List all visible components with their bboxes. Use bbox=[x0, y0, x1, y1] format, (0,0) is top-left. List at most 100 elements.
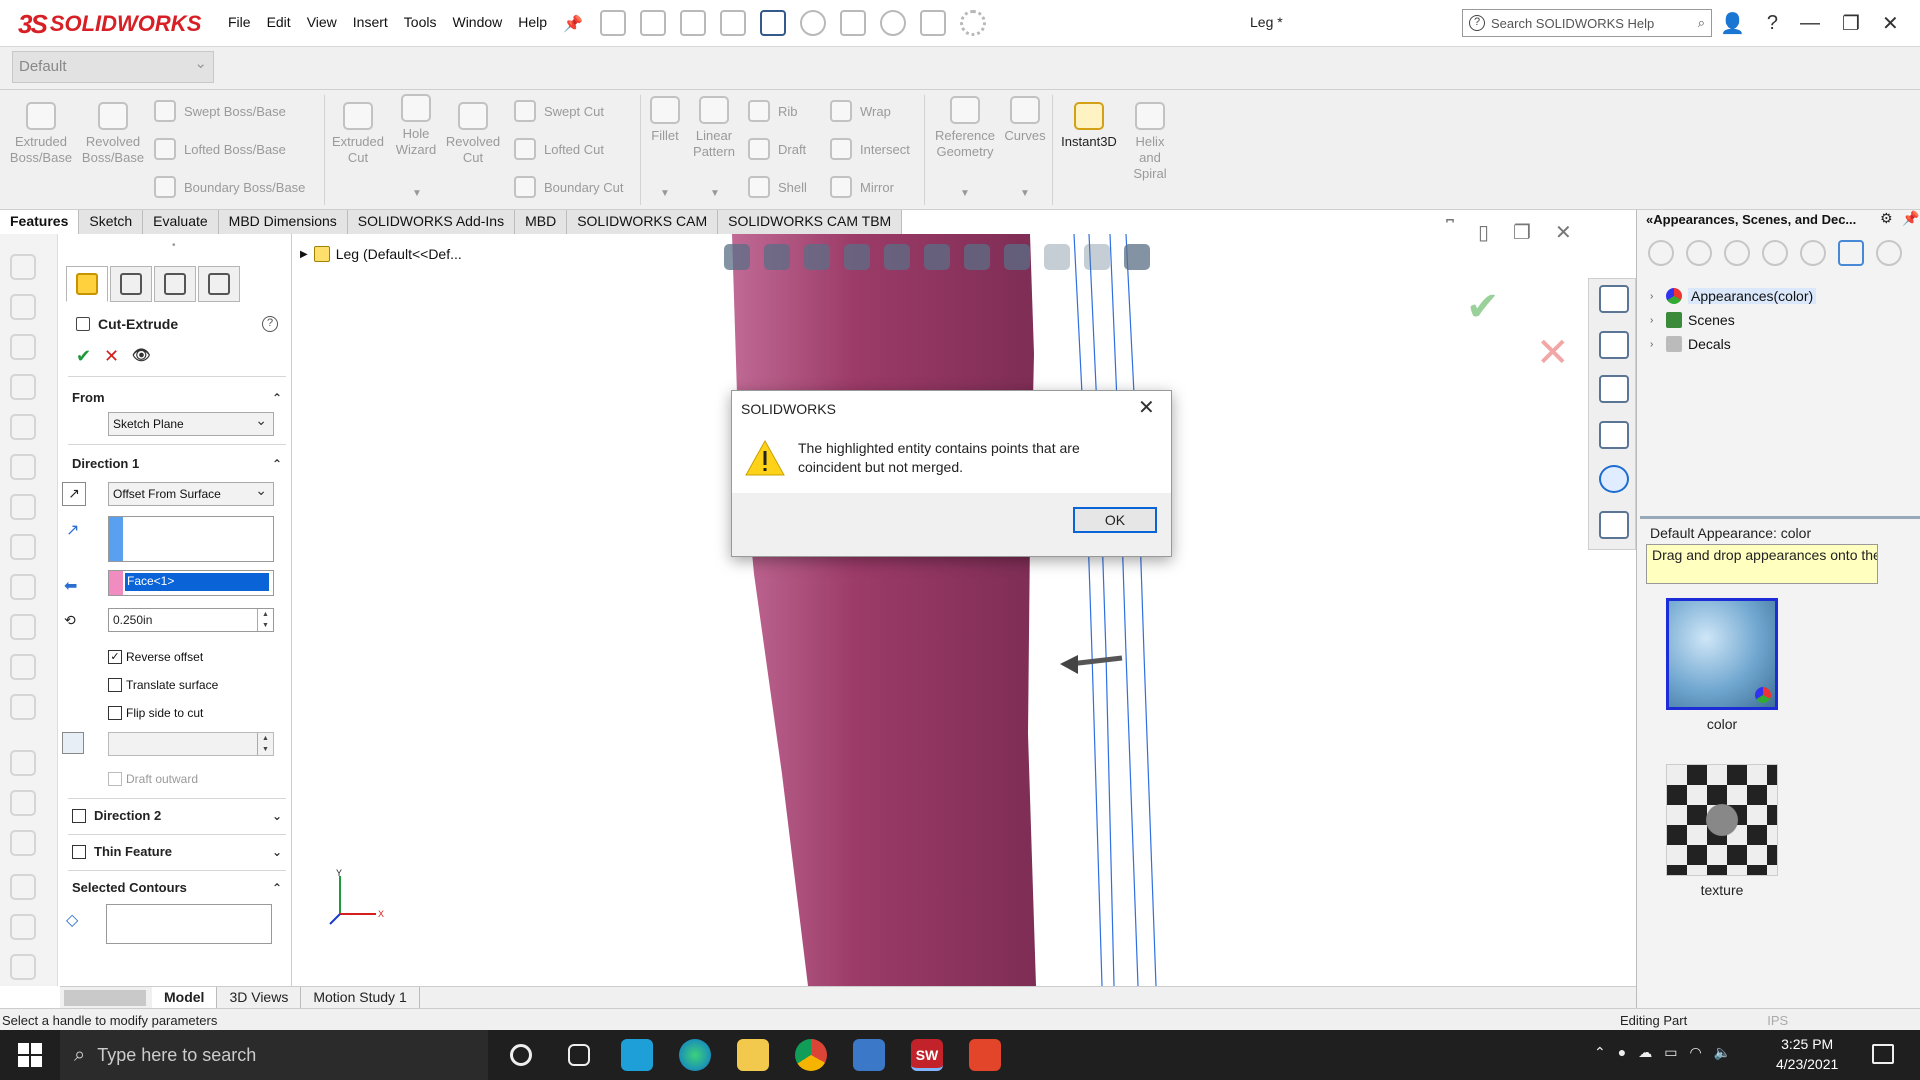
previous-view-icon[interactable] bbox=[804, 244, 830, 270]
menu-file[interactable]: File bbox=[220, 12, 259, 32]
expand-arrow-icon[interactable]: ▶ bbox=[300, 249, 308, 260]
home-globe-icon[interactable] bbox=[1724, 240, 1750, 266]
add-to-library-icon[interactable] bbox=[1762, 240, 1788, 266]
direction2-section-header[interactable]: Direction 2 ⌄ bbox=[72, 808, 282, 823]
sketch-lines[interactable] bbox=[1073, 234, 1157, 986]
selected-contours-box[interactable] bbox=[106, 904, 272, 944]
refresh-icon[interactable] bbox=[1838, 240, 1864, 266]
spin-buttons[interactable]: ▲ ▼ bbox=[257, 609, 273, 631]
reference-geometry-dropdown[interactable]: ▼ bbox=[960, 188, 970, 199]
strip-tool-icon[interactable] bbox=[10, 914, 36, 940]
tab-3d-views[interactable]: 3D Views bbox=[217, 986, 302, 1009]
solidworks-logo[interactable]: 3S SOLIDWORKS bbox=[18, 9, 201, 39]
print-icon[interactable] bbox=[760, 10, 786, 36]
section-view-icon[interactable] bbox=[844, 244, 870, 270]
selected-contours-section-header[interactable]: Selected Contours ⌃ bbox=[72, 880, 282, 895]
solidworks-taskbar-icon[interactable]: SW bbox=[911, 1039, 943, 1071]
app-icon[interactable] bbox=[621, 1039, 653, 1071]
spin-buttons[interactable]: ▲ ▼ bbox=[257, 733, 273, 755]
configuration-select[interactable]: Default bbox=[12, 51, 214, 83]
view-palette-icon[interactable] bbox=[1599, 421, 1629, 449]
tab-evaluate[interactable]: Evaluate bbox=[143, 210, 219, 234]
open-folder-icon[interactable] bbox=[680, 10, 706, 36]
expand-chevron-icon[interactable]: ⌄ bbox=[272, 809, 282, 823]
direction-arrow[interactable] bbox=[1060, 655, 1123, 674]
hide-show-icon[interactable] bbox=[1004, 244, 1030, 270]
draft-button[interactable]: Draft bbox=[748, 138, 806, 160]
boundary-boss-button[interactable]: Boundary Boss/Base bbox=[154, 176, 305, 198]
tree-appearances[interactable]: › Appearances(color) bbox=[1650, 288, 1817, 304]
direction2-checkbox[interactable] bbox=[72, 808, 86, 823]
extruded-cut-button[interactable]: Extruded Cut bbox=[328, 102, 388, 166]
strip-tool-icon[interactable] bbox=[10, 790, 36, 816]
flyout-feature-tree[interactable]: ▶ Leg (Default<<Def... bbox=[300, 246, 462, 262]
draft-angle-input[interactable]: ▲ ▼ bbox=[108, 732, 274, 756]
strip-tool-icon[interactable] bbox=[10, 454, 36, 480]
tab-property-manager[interactable] bbox=[66, 266, 108, 302]
strip-tool-icon[interactable] bbox=[10, 254, 36, 280]
lofted-cut-button[interactable]: Lofted Cut bbox=[514, 138, 604, 160]
strip-tool-icon[interactable] bbox=[10, 874, 36, 900]
back-icon[interactable] bbox=[1648, 240, 1674, 266]
file-explorer-icon[interactable] bbox=[737, 1039, 769, 1071]
from-select[interactable]: Sketch Plane bbox=[108, 412, 274, 436]
direction1-section-header[interactable]: Direction 1 ⌃ bbox=[72, 456, 282, 471]
mirror-button[interactable]: Mirror bbox=[830, 176, 894, 198]
hole-wizard-dropdown[interactable]: ▼ bbox=[412, 188, 422, 199]
task-view-icon[interactable] bbox=[568, 1044, 590, 1066]
dynamic-annotation-icon[interactable] bbox=[884, 244, 910, 270]
reverse-direction-icon[interactable]: ↗ bbox=[62, 482, 86, 506]
up-level-icon[interactable] bbox=[1876, 240, 1902, 266]
office-icon[interactable] bbox=[969, 1039, 1001, 1071]
menu-edit[interactable]: Edit bbox=[259, 12, 299, 32]
from-section-header[interactable]: From ⌃ bbox=[72, 390, 282, 405]
linear-pattern-button[interactable]: Linear Pattern bbox=[688, 96, 740, 160]
end-condition-select[interactable]: Offset From Surface bbox=[108, 482, 274, 506]
wrap-button[interactable]: Wrap bbox=[830, 100, 891, 122]
volume-icon[interactable]: 🔈 bbox=[1714, 1044, 1731, 1061]
pane-options-gear-icon[interactable]: ⚙ bbox=[1880, 210, 1893, 227]
tab-navigation-arrows[interactable] bbox=[64, 989, 146, 1006]
view-orientation-icon[interactable] bbox=[924, 244, 950, 270]
tab-mbd[interactable]: MBD bbox=[515, 210, 568, 234]
help-search-box[interactable]: ? Search SOLIDWORKS Help ⌕ bbox=[1462, 9, 1712, 37]
restore-button[interactable]: ❐ bbox=[1842, 11, 1860, 36]
revolved-boss-button[interactable]: Revolved Boss/Base bbox=[80, 102, 146, 166]
reference-geometry-button[interactable]: Reference Geometry bbox=[930, 96, 1000, 160]
tab-sketch[interactable]: Sketch bbox=[79, 210, 144, 234]
taskbar-clock[interactable]: 3:25 PM 4/23/2021 bbox=[1776, 1034, 1838, 1074]
rib-button[interactable]: Rib bbox=[748, 100, 798, 122]
strip-tool-icon[interactable] bbox=[10, 334, 36, 360]
battery-icon[interactable]: ▭ bbox=[1664, 1044, 1677, 1061]
viewport-restore-icon[interactable]: ❐ bbox=[1513, 220, 1531, 245]
traffic-light-icon[interactable] bbox=[880, 10, 906, 36]
checkbox[interactable] bbox=[108, 678, 122, 692]
taskbar-search[interactable]: ⌕ Type here to search bbox=[60, 1030, 488, 1080]
strip-tool-icon[interactable] bbox=[10, 694, 36, 720]
curves-dropdown[interactable]: ▼ bbox=[1020, 188, 1030, 199]
strip-tool-icon[interactable] bbox=[10, 830, 36, 856]
tray-chevron-icon[interactable]: ⌃ bbox=[1594, 1044, 1606, 1061]
chrome-icon[interactable] bbox=[795, 1039, 827, 1071]
undo-icon[interactable] bbox=[800, 10, 826, 36]
notifications-icon[interactable] bbox=[1872, 1044, 1894, 1064]
shell-button[interactable]: Shell bbox=[748, 176, 807, 198]
strip-tool-icon[interactable] bbox=[10, 494, 36, 520]
confirmation-ok-icon[interactable]: ✔ bbox=[1466, 284, 1500, 330]
checkbox-checked[interactable]: ✓ bbox=[108, 650, 122, 664]
leg-body[interactable] bbox=[732, 234, 1036, 986]
expand-chevron-icon[interactable]: ⌄ bbox=[272, 845, 282, 859]
tab-mbd-dimensions[interactable]: MBD Dimensions bbox=[218, 210, 348, 234]
sketch-line[interactable] bbox=[1088, 234, 1115, 986]
apply-scene-icon[interactable] bbox=[1084, 244, 1110, 270]
file-properties-icon[interactable] bbox=[920, 10, 946, 36]
pattern-dropdown[interactable]: ▼ bbox=[710, 188, 720, 199]
forward-icon[interactable] bbox=[1686, 240, 1712, 266]
save-icon[interactable] bbox=[720, 10, 746, 36]
extruded-boss-button[interactable]: Extruded Boss/Base bbox=[8, 102, 74, 166]
lofted-boss-button[interactable]: Lofted Boss/Base bbox=[154, 138, 286, 160]
translate-surface-checkbox[interactable]: Translate surface bbox=[108, 678, 218, 692]
reverse-offset-checkbox[interactable]: ✓ Reverse offset bbox=[108, 650, 203, 664]
strip-tool-icon[interactable] bbox=[10, 574, 36, 600]
tab-motion-study[interactable]: Motion Study 1 bbox=[301, 986, 420, 1009]
